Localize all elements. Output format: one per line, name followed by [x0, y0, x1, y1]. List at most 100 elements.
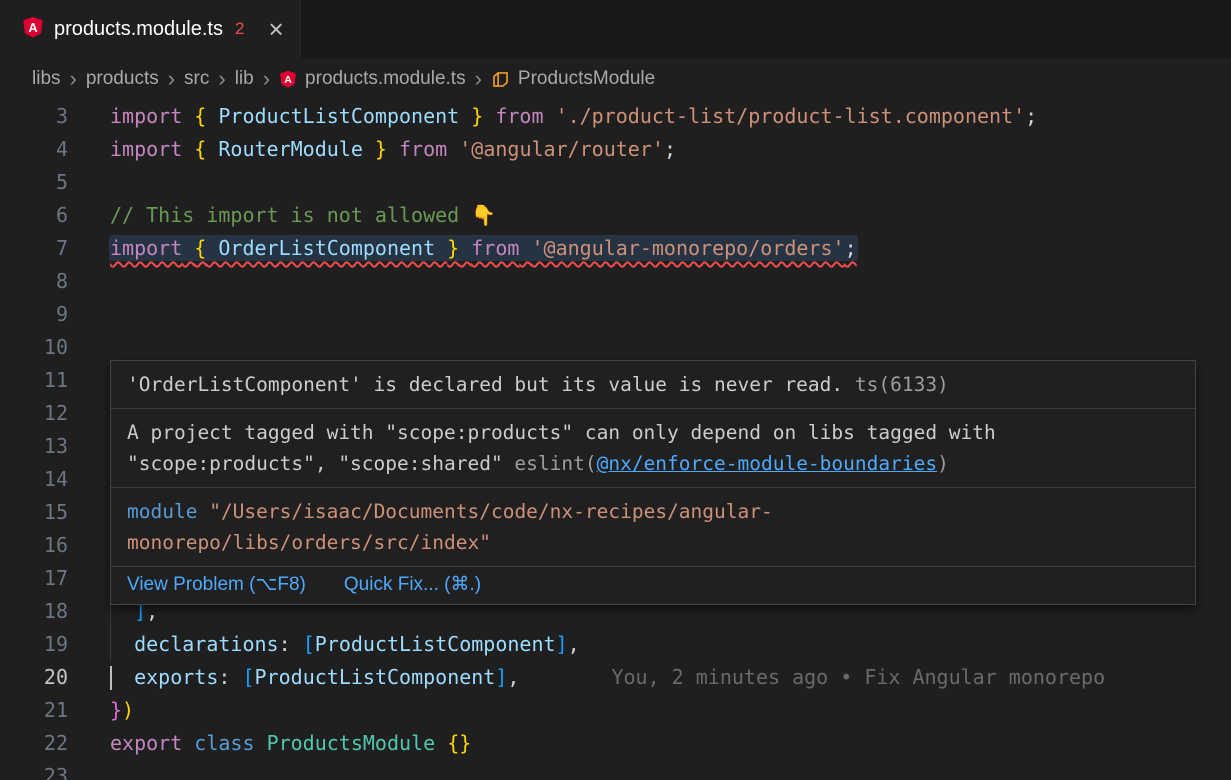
code-token: }: [471, 104, 483, 128]
code-line-21[interactable]: 21}): [0, 694, 1231, 727]
line-number[interactable]: 22: [0, 727, 68, 760]
code-token: [255, 731, 267, 755]
line-number[interactable]: 21: [0, 694, 68, 727]
code-token: [387, 137, 399, 161]
code-token: ,: [507, 665, 519, 689]
code-line-8[interactable]: 8: [0, 265, 1231, 298]
code-line-5[interactable]: 5: [0, 166, 1231, 199]
line-number[interactable]: 9: [0, 298, 68, 331]
code-content: // This import is not allowed 👇: [110, 199, 1231, 232]
code-token: from: [399, 137, 447, 161]
code-token: eslint(: [514, 452, 596, 475]
svg-text:A: A: [284, 74, 292, 86]
chevron-right-icon: ›: [475, 68, 482, 90]
code-token: ]: [556, 632, 568, 656]
code-token: ProductsModule: [267, 731, 436, 755]
hover-sections: 'OrderListComponent' is declared but its…: [111, 361, 1195, 567]
error-hover-popup: 'OrderListComponent' is declared but its…: [110, 360, 1196, 605]
code-token: class: [194, 731, 254, 755]
code-token: {}: [447, 731, 471, 755]
tab-problems-badge: 2: [235, 19, 244, 39]
code-token: RouterModule: [206, 137, 375, 161]
line-number[interactable]: 3: [0, 100, 68, 133]
code-content: [110, 760, 1231, 780]
line-number[interactable]: 10: [0, 331, 68, 364]
code-content: export class ProductsModule {}: [110, 727, 1231, 760]
line-number[interactable]: 8: [0, 265, 68, 298]
breadcrumb-item-symbol[interactable]: ProductsModule: [491, 68, 655, 90]
code-token: }: [110, 698, 122, 722]
svg-text:A: A: [28, 20, 37, 35]
code-token: '@angular-monorepo/orders': [531, 236, 844, 260]
line-number[interactable]: 6: [0, 199, 68, 232]
hover-message-line: monorepo/libs/orders/src/index": [127, 527, 1179, 558]
hover-message-line: module "/Users/isaac/Documents/code/nx-r…: [127, 496, 1179, 527]
hover-section-1: 'OrderListComponent' is declared but its…: [111, 361, 1195, 409]
code-content: exports: [ProductListComponent],You, 2 m…: [110, 661, 1231, 694]
line-number[interactable]: 7: [0, 232, 68, 265]
code-token: A project tagged with "scope:products" c…: [127, 421, 996, 444]
code-token: [182, 104, 194, 128]
code-token: ProductListComponent: [255, 665, 496, 689]
line-number[interactable]: 23: [0, 760, 68, 780]
code-line-7[interactable]: 7 import { OrderListComponent } from '@an…: [0, 232, 1231, 265]
breadcrumb-item-libs[interactable]: libs: [32, 68, 61, 90]
code-token: ProductListComponent: [206, 104, 471, 128]
code-token: monorepo/libs/orders/src/index": [127, 531, 491, 554]
tab-products-module[interactable]: A products.module.ts 2 ×: [0, 0, 301, 58]
code-editor[interactable]: 3import { ProductListComponent } from '.…: [0, 100, 1231, 780]
view-problem-action[interactable]: View Problem (⌥F8): [127, 573, 306, 596]
code-line-22[interactable]: 22 export class ProductsModule {}: [0, 727, 1231, 760]
line-number[interactable]: 11: [0, 364, 68, 397]
breadcrumb-item-products[interactable]: products: [86, 68, 159, 90]
code-token: ,: [568, 632, 580, 656]
code-content: [110, 265, 1231, 298]
line-number[interactable]: 4: [0, 133, 68, 166]
angular-file-icon: A: [279, 70, 297, 88]
code-line-20[interactable]: 20 exports: [ProductListComponent],You, …: [0, 661, 1231, 694]
code-token: ts(6133): [843, 373, 949, 396]
code-token: [197, 500, 209, 523]
line-number[interactable]: 20: [0, 661, 68, 694]
line-number[interactable]: 12: [0, 397, 68, 430]
breadcrumb-item-file[interactable]: A products.module.ts: [279, 68, 466, 90]
code-line-4[interactable]: 4 import { RouterModule } from '@angular/…: [0, 133, 1231, 166]
code-token: [182, 137, 194, 161]
breadcrumb-item-src[interactable]: src: [184, 68, 209, 90]
code-token: import: [110, 104, 182, 128]
eslint-rule-link[interactable]: @nx/enforce-module-boundaries: [597, 452, 937, 475]
code-token: import: [110, 236, 182, 260]
hover-section-3: module "/Users/isaac/Documents/code/nx-r…: [111, 488, 1195, 567]
code-line-3[interactable]: 3import { ProductListComponent } from '.…: [0, 100, 1231, 133]
line-number[interactable]: 18: [0, 595, 68, 628]
code-token: [447, 137, 459, 161]
code-token: OrderListComponent: [206, 236, 447, 260]
code-line-6[interactable]: 6 // This import is not allowed 👇: [0, 199, 1231, 232]
code-content: import { RouterModule } from '@angular/r…: [110, 133, 1231, 166]
code-content: [110, 298, 1231, 331]
code-content: }): [110, 694, 1231, 727]
code-token: }: [375, 137, 387, 161]
tab-close-icon[interactable]: ×: [268, 16, 283, 42]
code-line-23[interactable]: 23: [0, 760, 1231, 780]
code-token: {: [194, 104, 206, 128]
code-token: ;: [664, 137, 676, 161]
code-line-9[interactable]: 9: [0, 298, 1231, 331]
code-token: [182, 236, 194, 260]
line-number[interactable]: 17: [0, 562, 68, 595]
code-token: "/Users/isaac/Documents/code/nx-recipes/…: [209, 500, 773, 523]
angular-file-icon: A: [22, 16, 44, 43]
line-number[interactable]: 5: [0, 166, 68, 199]
quick-fix-action[interactable]: Quick Fix... (⌘.): [344, 573, 481, 596]
line-number[interactable]: 19: [0, 628, 68, 661]
code-token: {: [194, 137, 206, 161]
code-token: module: [127, 500, 197, 523]
code-line-19[interactable]: 19 declarations: [ProductListComponent],: [0, 628, 1231, 661]
line-number[interactable]: 13: [0, 430, 68, 463]
code-content: import { OrderListComponent } from '@ang…: [110, 232, 1231, 265]
breadcrumb-item-lib[interactable]: lib: [235, 68, 254, 90]
line-number[interactable]: 16: [0, 529, 68, 562]
line-number[interactable]: 15: [0, 496, 68, 529]
line-number[interactable]: 14: [0, 463, 68, 496]
hover-section-2: A project tagged with "scope:products" c…: [111, 409, 1195, 488]
